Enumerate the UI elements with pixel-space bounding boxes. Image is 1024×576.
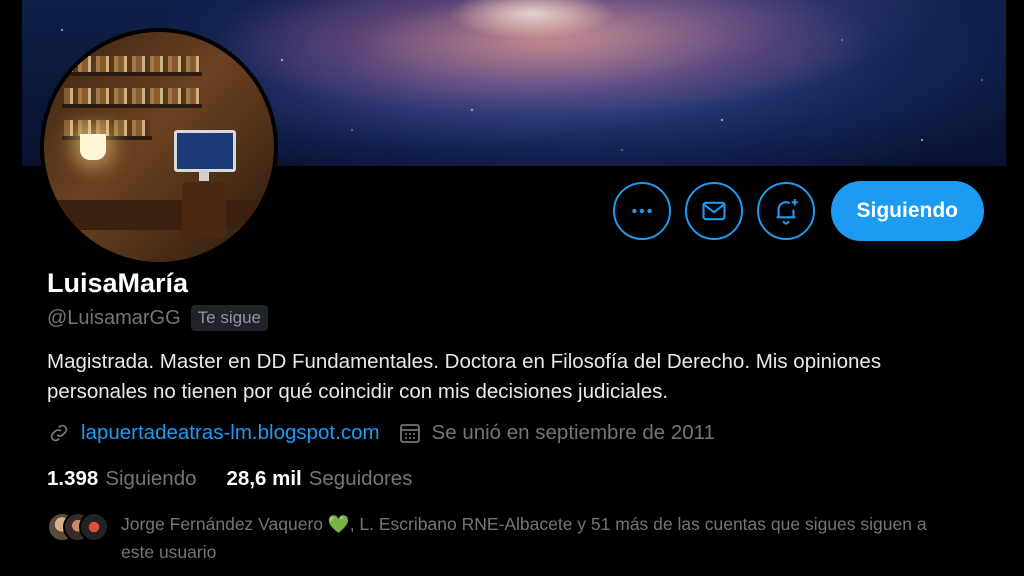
- profile-bio: Magistrada. Master en DD Fundamentales. …: [47, 350, 882, 403]
- following-stat[interactable]: 1.398 Siguiendo: [47, 467, 197, 491]
- profile-page: Siguiendo LuisaMaría @LuisamarGG Te sigu…: [22, 0, 1006, 576]
- link-icon: [50, 424, 68, 442]
- avatar-books: [64, 88, 200, 104]
- calendar-icon: [399, 424, 420, 443]
- profile-avatar[interactable]: [40, 28, 278, 266]
- more-button[interactable]: [612, 182, 671, 240]
- following-label: Siguiendo: [105, 467, 197, 490]
- mutual-followers-text: Jorge Fernández Vaquero 💚, L. Escribano …: [121, 510, 941, 566]
- avatar-desk: [54, 200, 264, 230]
- followers-count: 28,6 mil: [226, 467, 302, 490]
- mutual-followers[interactable]: Jorge Fernández Vaquero 💚, L. Escribano …: [47, 510, 941, 566]
- display-name: LuisaMaría: [47, 268, 189, 298]
- avatar-lamp: [80, 134, 106, 160]
- avatar-chair: [182, 182, 226, 238]
- mutual-avatar: [79, 512, 109, 542]
- bell-plus-icon: [776, 199, 798, 225]
- mutual-avatars: [47, 510, 109, 542]
- follows-you-badge: Te sigue: [190, 305, 268, 331]
- website-link[interactable]: lapuertadeatras-lm.blogspot.com: [81, 421, 380, 445]
- avatar-books: [64, 120, 150, 136]
- profile-actions: Siguiendo: [612, 181, 984, 241]
- message-button[interactable]: [684, 182, 743, 240]
- user-handle: @LuisamarGG: [47, 306, 181, 329]
- mail-icon: [701, 201, 726, 221]
- followers-stat[interactable]: 28,6 mil Seguidores: [227, 467, 413, 491]
- mutual-name: Jorge Fernández Vaquero: [121, 514, 324, 534]
- more-icon: [631, 208, 652, 214]
- followers-label: Seguidores: [308, 467, 413, 490]
- avatar-shelf: [62, 104, 202, 108]
- avatar-shelf: [62, 72, 202, 76]
- profile-meta: lapuertadeatras-lm.blogspot.com Se unió …: [47, 421, 715, 445]
- avatar-books: [64, 56, 200, 72]
- handle-row: @LuisamarGG Te sigue: [47, 305, 268, 331]
- following-button[interactable]: Siguiendo: [830, 181, 984, 241]
- notify-button[interactable]: [756, 182, 815, 240]
- green-heart-emoji: 💚: [327, 514, 350, 534]
- avatar-shelf: [62, 136, 152, 140]
- following-count: 1.398: [47, 467, 99, 490]
- joined-date: Se unió en septiembre de 2011: [431, 421, 715, 444]
- avatar-monitor: [174, 130, 236, 181]
- follow-stats: 1.398 Siguiendo 28,6 mil Seguidores: [47, 467, 412, 491]
